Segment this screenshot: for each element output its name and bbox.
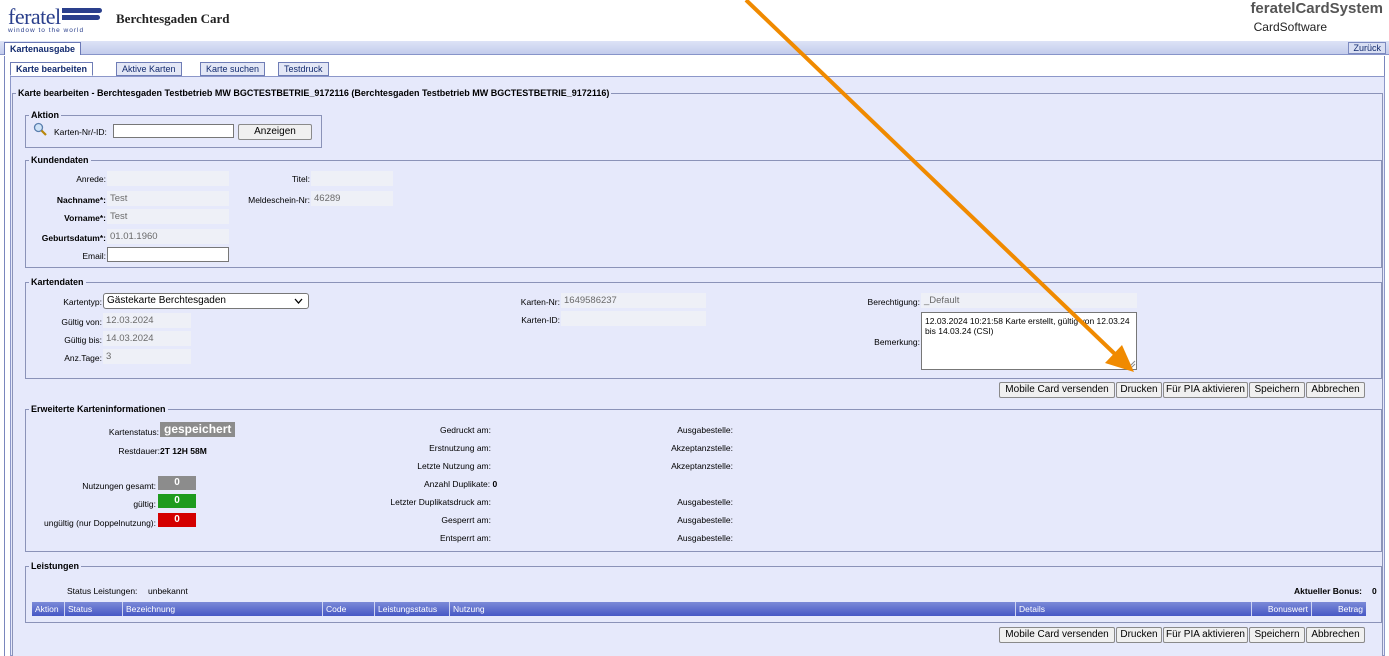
annotation-arrow-icon (744, 0, 1134, 372)
